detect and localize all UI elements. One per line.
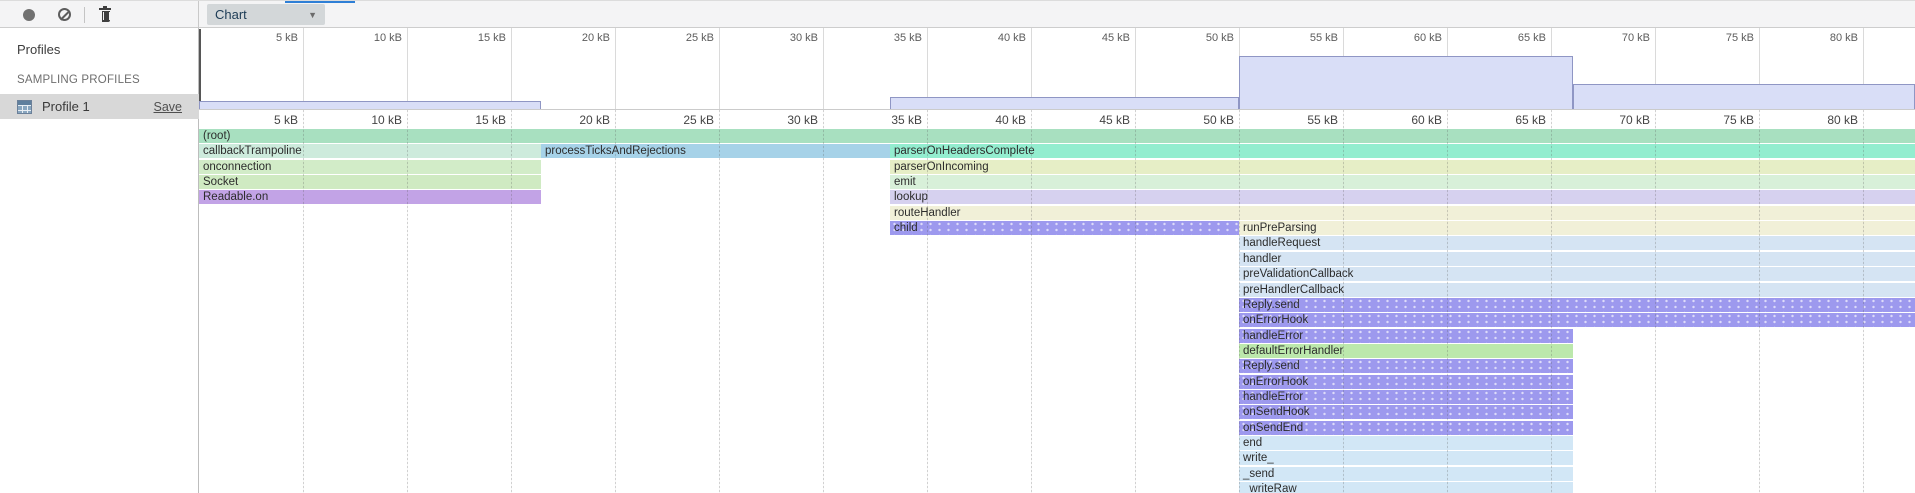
flame-bar[interactable]: onErrorHook [1239, 313, 1915, 327]
chart-panel: 5 kB 10 kB 15 kB 20 kB 25 kB 30 kB 35 kB 40 kB 4… [199, 28, 1915, 493]
overview-tick-label: 65 kB [1518, 32, 1546, 44]
overview-tick-label: 5 kB [276, 32, 298, 44]
flame-ruler-tick-label: 5 kB [274, 113, 298, 127]
overview-left-handle[interactable] [199, 29, 201, 109]
flame-ruler-tick-label: 70 kB [1619, 113, 1650, 127]
chart-view-dropdown-label: Chart [215, 7, 308, 22]
overview-tick-label: 60 kB [1414, 32, 1442, 44]
flame-bar[interactable]: parserOnHeadersComplete [890, 144, 1915, 158]
flame-ruler-tick-label: 20 kB [579, 113, 610, 127]
flame-ruler-tick-label: 30 kB [787, 113, 818, 127]
profiles-sidebar: Profiles SAMPLING PROFILES Profile 1 Sav… [0, 28, 199, 493]
profiler-window: Chart ▼ Profiles SAMPLING PROFILES Profi… [0, 0, 1915, 493]
flame-ruler-tick-label: 15 kB [475, 113, 506, 127]
flame-bar[interactable]: onSendHook [1239, 405, 1573, 419]
overview-tick-label: 55 kB [1310, 32, 1338, 44]
flame-bar[interactable]: routeHandler [890, 206, 1915, 220]
flame-ruler-tick-label: 55 kB [1307, 113, 1338, 127]
save-profile-link[interactable]: Save [154, 100, 183, 114]
overview-tick-label: 40 kB [998, 32, 1026, 44]
flame-bar[interactable]: end [1239, 436, 1573, 450]
flame-bar[interactable]: handleRequest [1239, 236, 1915, 250]
overview-tick-label: 35 kB [894, 32, 922, 44]
overview-tick-label: 25 kB [686, 32, 714, 44]
flame-bar[interactable]: preValidationCallback [1239, 267, 1915, 281]
sampling-profiles-section-label: SAMPLING PROFILES [0, 57, 198, 86]
toolbar: Chart ▼ [0, 1, 1915, 28]
toolbar-divider [84, 7, 85, 23]
overview-tick-label: 75 kB [1726, 32, 1754, 44]
flame-bar[interactable]: (root) [199, 129, 1915, 143]
overview-gridline [615, 28, 616, 109]
flame-ruler-tick-label: 75 kB [1723, 113, 1754, 127]
flame-bar[interactable]: child [890, 221, 1239, 235]
flame-bar[interactable]: Socket [199, 175, 541, 189]
overview-gridline [719, 28, 720, 109]
flame-bar[interactable]: handleError [1239, 390, 1573, 404]
flame-bar[interactable]: onErrorHook [1239, 375, 1573, 389]
block-icon [58, 8, 71, 21]
sidebar-title: Profiles [0, 28, 198, 57]
profile-name: Profile 1 [42, 99, 154, 114]
overview-gridline [407, 28, 408, 109]
flame-bar[interactable]: parserOnIncoming [890, 160, 1915, 174]
flame-bar[interactable]: callbackTrampoline [199, 144, 541, 158]
flame-ruler-tick-label: 25 kB [683, 113, 714, 127]
flame-bar[interactable]: handleError [1239, 329, 1573, 343]
overview-tick-label: 70 kB [1622, 32, 1650, 44]
overview-tick-label: 20 kB [582, 32, 610, 44]
active-accent-line [285, 1, 355, 3]
flame-bar[interactable]: Readable.on [199, 190, 541, 204]
flame-chart[interactable]: (root)callbackTrampolineprocessTicksAndR… [199, 129, 1915, 493]
profile-list-item[interactable]: Profile 1 Save [0, 94, 199, 119]
flame-bar[interactable]: _writeRaw [1239, 482, 1573, 493]
flame-bar[interactable]: _send [1239, 467, 1573, 481]
flame-bar[interactable]: Reply.send [1239, 359, 1573, 373]
chart-view-dropdown[interactable]: Chart ▼ [207, 4, 325, 25]
flame-ruler-tick-label: 10 kB [371, 113, 402, 127]
overview-allocation-area [199, 101, 541, 109]
overview-tick-label: 30 kB [790, 32, 818, 44]
overview-tick-label: 10 kB [374, 32, 402, 44]
overview-tick-label: 80 kB [1830, 32, 1858, 44]
overview-allocation-area [1239, 56, 1573, 109]
flame-ruler-tick-label: 50 kB [1203, 113, 1234, 127]
trash-icon [99, 8, 111, 22]
overview-gridline [823, 28, 824, 109]
overview-tick-label: 15 kB [478, 32, 506, 44]
flame-bar[interactable]: Reply.send [1239, 298, 1915, 312]
flame-bar[interactable]: preHandlerCallback [1239, 283, 1915, 297]
flame-bar[interactable]: emit [890, 175, 1915, 189]
flame-ruler-tick-label: 45 kB [1099, 113, 1130, 127]
flame-bar[interactable]: defaultErrorHandler [1239, 344, 1573, 358]
flame-bar[interactable]: handler [1239, 252, 1915, 266]
flame-bar[interactable]: write_ [1239, 451, 1573, 465]
overview-gridline [303, 28, 304, 109]
overview-allocation-area [890, 97, 1239, 109]
toolbar-profile-controls [0, 1, 199, 28]
cancel-recording-button[interactable] [51, 4, 77, 26]
flame-ruler-tick-label: 35 kB [891, 113, 922, 127]
flame-ruler-tick-label: 65 kB [1515, 113, 1546, 127]
clear-profiles-button[interactable] [92, 4, 118, 26]
memory-overview[interactable]: 5 kB 10 kB 15 kB 20 kB 25 kB 30 kB 35 kB 40 kB 4… [199, 28, 1915, 109]
flame-bar[interactable]: lookup [890, 190, 1915, 204]
flame-ruler-tick-label: 40 kB [995, 113, 1026, 127]
flame-ruler-tick-label: 60 kB [1411, 113, 1442, 127]
flame-bar[interactable]: onSendEnd [1239, 421, 1573, 435]
overview-gridline [511, 28, 512, 109]
overview-tick-label: 50 kB [1206, 32, 1234, 44]
profile-grid-icon [17, 100, 32, 114]
overview-allocation-area [1573, 84, 1915, 109]
flame-bar[interactable]: processTicksAndRejections [541, 144, 890, 158]
flame-bar[interactable]: onconnection [199, 160, 541, 174]
flame-bar[interactable]: runPreParsing [1239, 221, 1915, 235]
chevron-down-icon: ▼ [308, 10, 317, 20]
record-profile-button[interactable] [16, 4, 42, 26]
flame-ruler-tick-label: 80 kB [1827, 113, 1858, 127]
flame-chart-ruler: 5 kB 10 kB 15 kB 20 kB 25 kB 30 kB 35 kB 40 kB 4… [199, 110, 1915, 129]
overview-tick-label: 45 kB [1102, 32, 1130, 44]
record-icon [23, 9, 35, 21]
